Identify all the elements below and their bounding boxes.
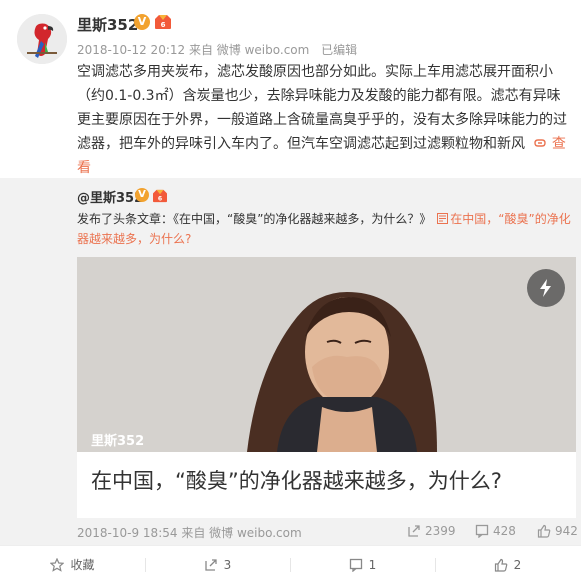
repost-verified-badge: V [135,188,149,202]
article-icon [437,213,449,224]
repost-count-label: 3 [223,557,232,572]
repost-text: 发布了头条文章：《在中国，“酸臭”的净化器越来越多，为什么？》 在中国，“酸臭”… [77,209,572,249]
repost-date[interactable]: 2018-10-9 18:54 [77,526,178,540]
repost-source[interactable]: 来自 微博 weibo.com [181,526,301,540]
comment-count-label: 1 [368,557,377,572]
post-edited-label[interactable]: 已编辑 [321,43,357,57]
like-button[interactable]: 2 [435,546,580,583]
repost-footer: 2018-10-9 18:54 来自 微博 weibo.com 2399 428… [77,524,578,541]
repost-date-source: 2018-10-9 18:54 来自 微博 weibo.com [77,524,302,541]
card-watermark: 里斯352 [91,434,145,449]
repost-likes-stat[interactable]: 942 [537,524,578,538]
article-card[interactable]: 里斯352 在中国，“酸臭”的净化器越来越多，为什么? [77,257,576,518]
woman-covering-nose-image [77,257,576,452]
repost-icon [205,558,217,571]
favorite-label: 收藏 [70,558,95,572]
post-meta: 2018-10-12 20:12 来自 微博 weibo.com 已编辑 [77,41,357,58]
post-username[interactable]: 里斯352 [77,14,138,35]
comment-count: 428 [493,524,516,538]
avatar[interactable] [17,14,67,64]
comment-icon [475,524,489,538]
svg-text:6: 6 [158,195,162,202]
comment-button[interactable]: 1 [290,546,435,583]
comment-icon [349,558,362,572]
repost-reposts-stat[interactable]: 2399 [407,524,456,538]
like-icon [494,558,507,572]
like-count-label: 2 [513,557,522,572]
post-text: 空调滤芯多用夹炭布，滤芯发酸原因也部分如此。实际上车用滤芯展开面积小（约0.1-… [77,64,567,152]
like-count: 942 [555,524,578,538]
member-badge-icon: 6 [154,14,172,30]
article-card-title[interactable]: 在中国，“酸臭”的净化器越来越多，为什么? [91,465,502,495]
parrot-avatar-image [17,14,67,64]
post-text-container: 空调滤芯多用夹炭布，滤芯发酸原因也部分如此。实际上车用滤芯展开面积小（约0.1-… [77,60,572,180]
star-icon [50,557,65,572]
favorite-button[interactable]: 收藏 [0,546,145,583]
repost-icon [408,525,420,537]
repost-member-badge-icon: 6 [152,188,168,202]
like-icon [537,524,551,538]
lightning-icon[interactable] [527,269,565,307]
repost-comments-stat[interactable]: 428 [475,524,516,538]
repost-count: 2399 [425,524,456,538]
article-card-image[interactable]: 里斯352 [77,257,576,452]
repost-button[interactable]: 3 [145,546,290,583]
post-timestamp[interactable]: 2018-10-12 20:12 [77,43,185,57]
verified-badge: V [134,14,150,30]
action-bar: 收藏 3 1 2 [0,545,581,583]
svg-text:6: 6 [161,21,166,29]
link-icon[interactable] [533,137,547,149]
repost-text-prefix: 发布了头条文章：《在中国，“酸臭”的净化器越来越多，为什么？》 [77,212,432,226]
post-source[interactable]: 来自 微博 weibo.com [189,43,309,57]
repost-username[interactable]: @里斯352 [77,187,143,206]
